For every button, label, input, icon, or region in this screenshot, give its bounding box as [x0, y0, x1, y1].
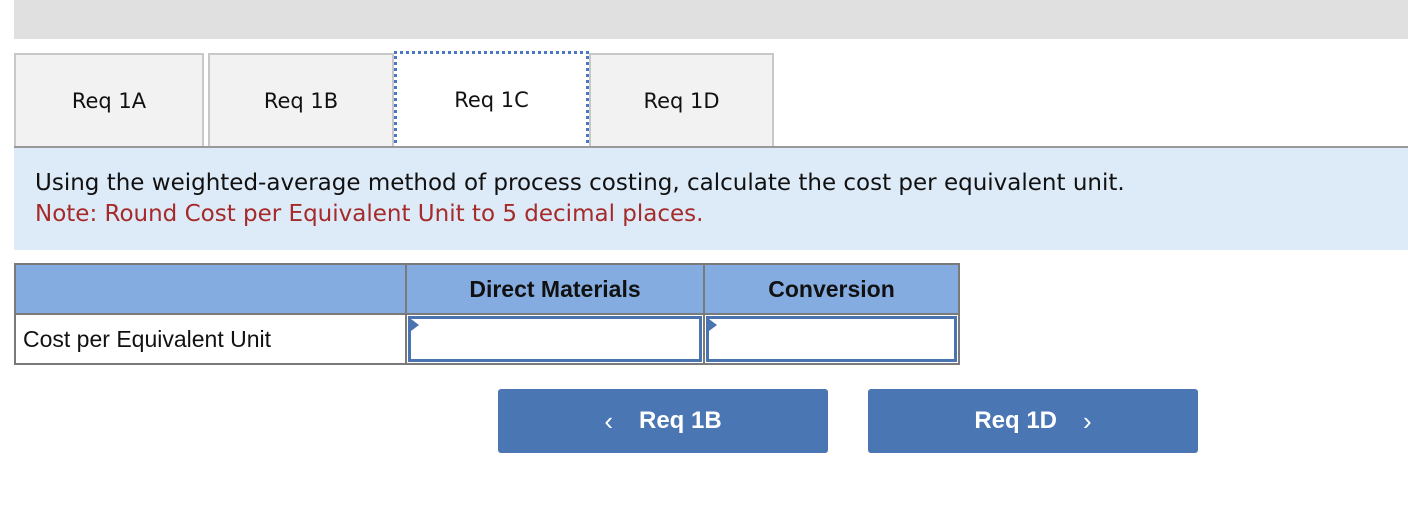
- input-marker-icon: [709, 319, 717, 331]
- header-row: Direct Materials Conversion: [14, 263, 960, 315]
- tab-label: Req 1B: [263, 88, 339, 113]
- instructions-panel: Using the weighted-average method of pro…: [14, 148, 1408, 250]
- conversion-input[interactable]: [706, 316, 957, 362]
- tab-label: Req 1A: [71, 88, 147, 113]
- prev-button-label: Req 1B: [638, 407, 722, 434]
- tab-req-1c[interactable]: Req 1C: [394, 51, 589, 149]
- tab-label: Req 1D: [643, 88, 720, 113]
- table-row: Cost per Equivalent Unit: [14, 313, 960, 365]
- prev-req-1b-button[interactable]: ‹ Req 1B: [498, 389, 828, 453]
- input-marker-icon: [411, 319, 419, 331]
- next-req-1d-button[interactable]: Req 1D ›: [868, 389, 1198, 453]
- tab-req-1d[interactable]: Req 1D: [589, 53, 774, 146]
- header-direct-materials: Direct Materials: [405, 263, 705, 315]
- direct-materials-cell: [405, 313, 705, 365]
- header-blank: [14, 263, 407, 315]
- cost-per-equivalent-unit-table: Direct Materials Conversion Cost per Equ…: [14, 263, 960, 365]
- conversion-cell: [703, 313, 960, 365]
- next-button-label: Req 1D: [974, 407, 1057, 434]
- rounding-note: Note: Round Cost per Equivalent Unit to …: [35, 201, 704, 227]
- tab-req-1b[interactable]: Req 1B: [208, 53, 394, 146]
- header-conversion: Conversion: [703, 263, 960, 315]
- tab-label: Req 1C: [454, 88, 529, 112]
- row-label: Cost per Equivalent Unit: [14, 313, 407, 365]
- direct-materials-input[interactable]: [408, 316, 702, 362]
- question-text: Using the weighted-average method of pro…: [35, 170, 1125, 196]
- chevron-right-icon: ›: [1083, 405, 1092, 436]
- top-bar: [14, 0, 1408, 39]
- tab-req-1a[interactable]: Req 1A: [14, 53, 204, 146]
- chevron-left-icon: ‹: [604, 405, 613, 436]
